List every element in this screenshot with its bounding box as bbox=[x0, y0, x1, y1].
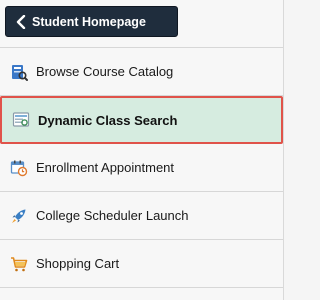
nav-item-enrollment-appointment[interactable]: Enrollment Appointment bbox=[0, 144, 283, 192]
rocket-icon bbox=[10, 207, 28, 225]
shopping-cart-icon bbox=[10, 255, 28, 273]
nav-item-label: Enrollment Appointment bbox=[36, 160, 175, 175]
nav-item-label: Browse Course Catalog bbox=[36, 64, 174, 79]
chevron-left-icon bbox=[10, 14, 32, 29]
class-search-icon bbox=[12, 111, 30, 129]
calendar-clock-icon bbox=[10, 159, 28, 177]
nav-item-label: Dynamic Class Search bbox=[38, 112, 178, 128]
nav-item-browse-course-catalog[interactable]: Browse Course Catalog bbox=[0, 48, 283, 96]
catalog-icon bbox=[10, 63, 28, 81]
student-homepage-label: Student Homepage bbox=[32, 14, 146, 29]
student-homepage-button[interactable]: Student Homepage bbox=[5, 6, 178, 37]
nav-item-shopping-cart[interactable]: Shopping Cart bbox=[0, 240, 283, 288]
nav-item-label: Shopping Cart bbox=[36, 256, 120, 271]
nav-item-college-scheduler-launch[interactable]: College Scheduler Launch bbox=[0, 192, 283, 240]
nav-item-dynamic-class-search[interactable]: Dynamic Class Search bbox=[0, 96, 283, 144]
nav-item-label: College Scheduler Launch bbox=[36, 208, 189, 223]
left-nav-panel: Student Homepage Browse Course Catalog D… bbox=[0, 0, 284, 300]
